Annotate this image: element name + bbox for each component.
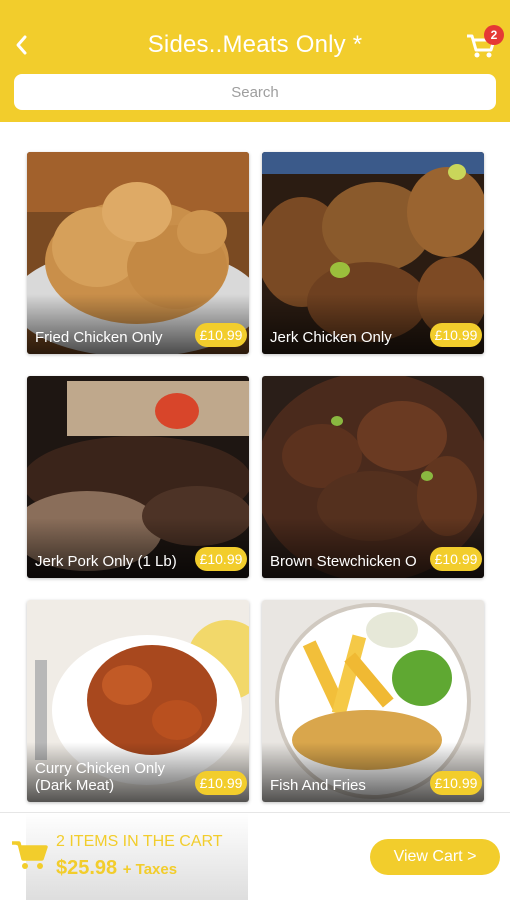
item-price: £10.99 xyxy=(195,547,247,571)
page-title: Sides..Meats Only * xyxy=(147,31,363,58)
item-name: Curry Chicken Only (Dark Meat) xyxy=(35,760,166,794)
view-cart-button[interactable]: View Cart > xyxy=(370,839,500,875)
app-header: Sides..Meats Only * 2 Search xyxy=(0,0,510,122)
item-name: Fish And Fries xyxy=(270,777,366,794)
item-price: £10.99 xyxy=(430,771,482,795)
menu-item-card[interactable]: Brown Stewchicken O £10.99 xyxy=(262,376,484,578)
cart-total-amount: $25.98 xyxy=(56,857,118,879)
search-input[interactable]: Search xyxy=(14,74,496,110)
item-name: Brown Stewchicken O xyxy=(270,553,417,570)
cart-items-count: 2 ITEMS IN THE CART xyxy=(56,833,223,850)
item-name: Fried Chicken Only xyxy=(35,329,163,346)
cart-count-badge: 2 xyxy=(484,25,504,45)
search-placeholder: Search xyxy=(231,83,279,101)
item-name: Jerk Chicken Only xyxy=(270,329,392,346)
menu-item-card[interactable]: Jerk Pork Only (1 Lb) £10.99 xyxy=(27,376,249,578)
item-price: £10.99 xyxy=(195,771,247,795)
back-button[interactable] xyxy=(10,30,32,60)
chevron-left-icon xyxy=(16,35,27,55)
menu-grid: Fried Chicken Only £10.99 Jerk Chicken O… xyxy=(0,122,510,812)
menu-item-card[interactable]: Curry Chicken Only (Dark Meat) £10.99 xyxy=(27,600,249,802)
cart-footer: 2 ITEMS IN THE CART $25.98 + Taxes View … xyxy=(0,812,510,900)
item-name: Jerk Pork Only (1 Lb) xyxy=(35,553,177,570)
item-price: £10.99 xyxy=(430,547,482,571)
item-price: £10.99 xyxy=(430,323,482,347)
menu-item-card[interactable]: Jerk Chicken Only £10.99 xyxy=(262,152,484,354)
item-price: £10.99 xyxy=(195,323,247,347)
shopping-cart-icon xyxy=(12,841,48,869)
cart-taxes-label: + Taxes xyxy=(122,861,178,878)
cart-total: $25.98 + Taxes xyxy=(56,857,177,880)
menu-item-card[interactable]: Fried Chicken Only £10.99 xyxy=(27,152,249,354)
menu-item-card[interactable]: Fish And Fries £10.99 xyxy=(262,600,484,802)
